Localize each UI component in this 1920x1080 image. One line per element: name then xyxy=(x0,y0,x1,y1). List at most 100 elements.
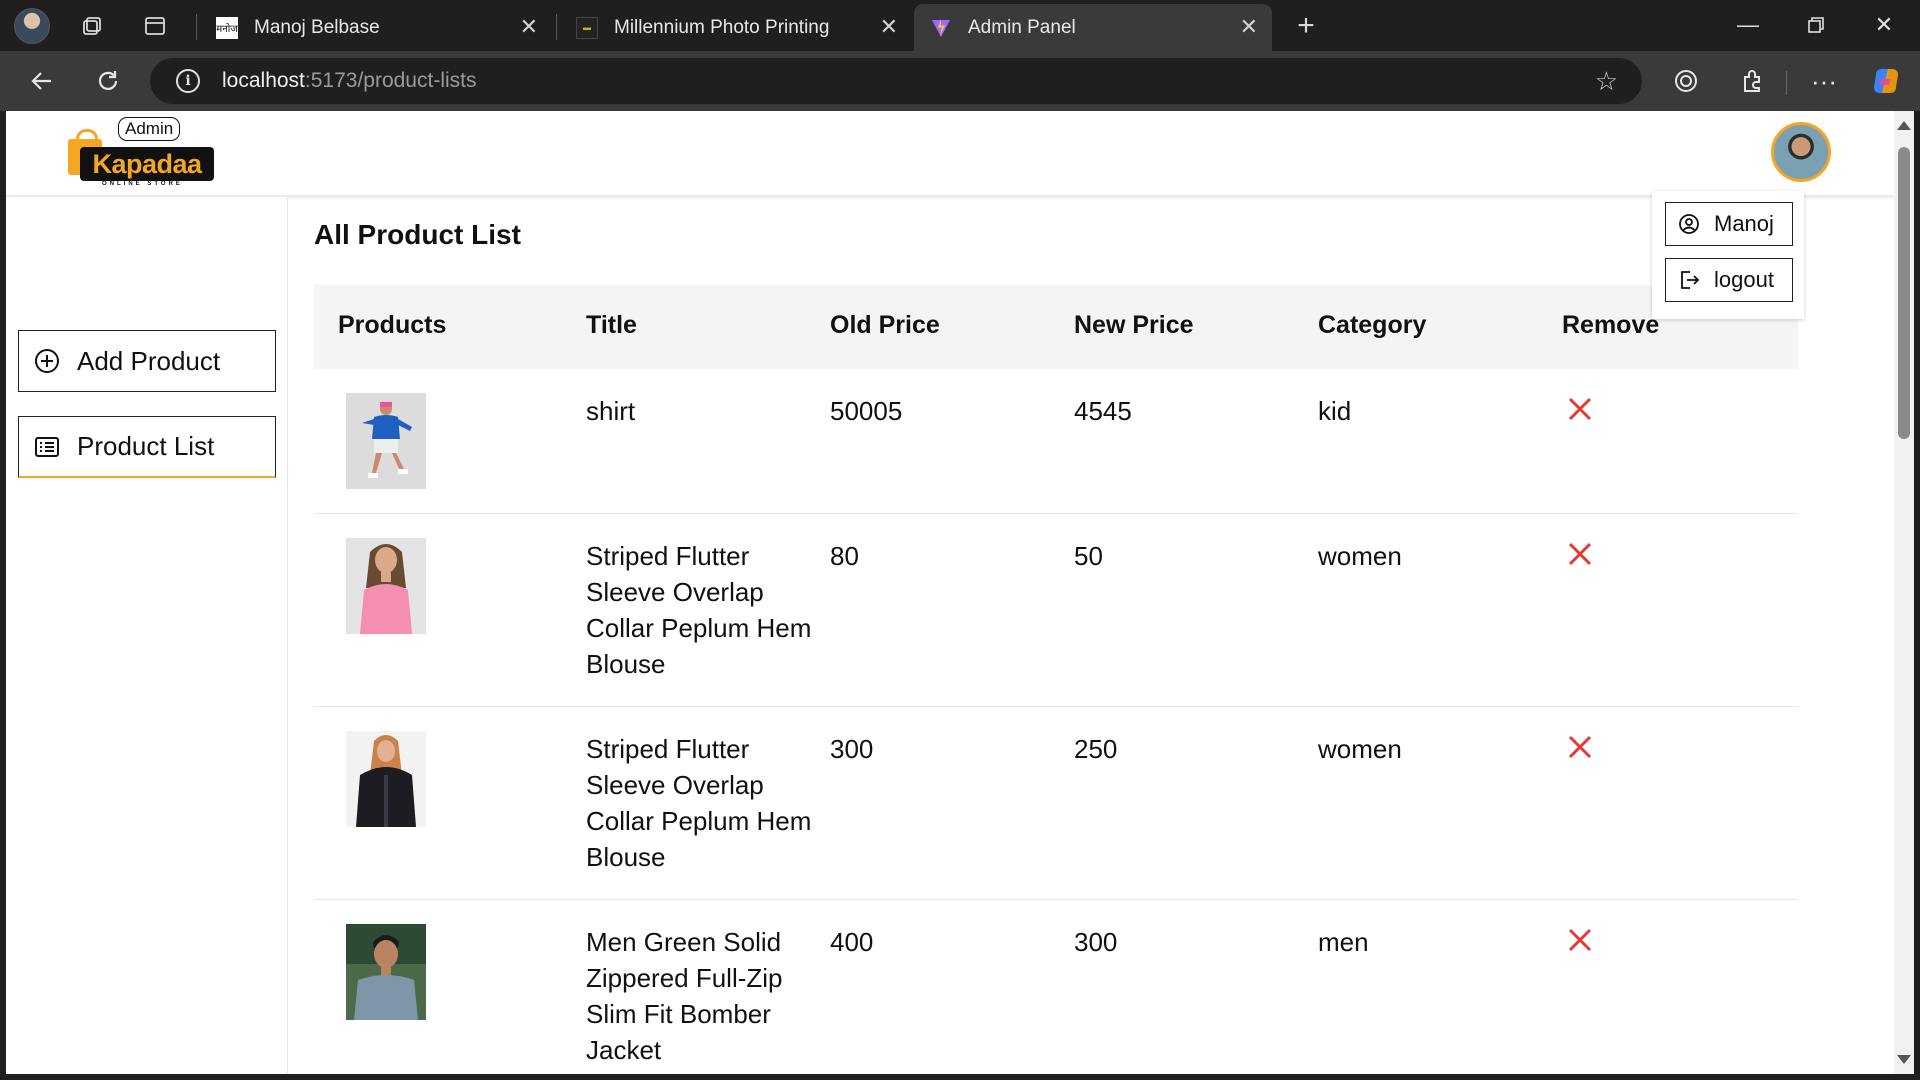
toolbar-separator xyxy=(1786,71,1787,95)
tracking-prevention-icon[interactable] xyxy=(1668,63,1704,99)
column-header: New Price xyxy=(1074,311,1194,339)
category: kid xyxy=(1318,396,1352,426)
product-title: Striped Flutter Sleeve Overlap Collar Pe… xyxy=(586,734,812,872)
sidebar-item-add-product[interactable]: Add Product xyxy=(18,330,276,392)
scroll-down-arrow-icon[interactable] xyxy=(1897,1055,1911,1064)
product-table: Products Title Old Price New Price Categ… xyxy=(314,285,1798,1074)
table-row: Striped Flutter Sleeve Overlap Collar Pe… xyxy=(314,707,1798,900)
product-title: shirt xyxy=(586,396,636,426)
browser-profile-avatar[interactable] xyxy=(14,8,50,44)
scroll-up-arrow-icon[interactable] xyxy=(1897,121,1911,130)
table-row: Striped Flutter Sleeve Overlap Collar Pe… xyxy=(314,514,1798,707)
old-price: 50005 xyxy=(830,396,903,426)
logout-button[interactable]: logout xyxy=(1665,258,1793,302)
user-circle-icon xyxy=(1678,213,1700,235)
new-price: 300 xyxy=(1074,927,1118,957)
new-price: 250 xyxy=(1074,734,1118,764)
sidebar-item-label: Add Product xyxy=(77,345,221,376)
page-viewport: Kapadaa Admin ONLINE STORE Add Product P… xyxy=(6,111,1894,1074)
logout-icon xyxy=(1678,269,1700,291)
list-icon xyxy=(33,433,61,461)
table-header: Products Title Old Price New Price Categ… xyxy=(314,285,1798,369)
user-avatar[interactable] xyxy=(1771,122,1831,182)
category: women xyxy=(1318,734,1402,764)
site-info-icon[interactable]: i xyxy=(176,69,200,93)
table-row: Men Green Solid Zippered Full-Zip Slim F… xyxy=(314,900,1798,1074)
product-image xyxy=(346,393,426,489)
new-price: 4545 xyxy=(1074,396,1132,426)
tab-admin-panel[interactable]: Admin Panel ✕ xyxy=(914,4,1272,51)
table-row: shirt 50005 4545 kid xyxy=(314,369,1798,514)
column-header: Title xyxy=(586,311,637,339)
profile-button-label: Manoj xyxy=(1714,211,1774,236)
tab-millennium-photo-printing[interactable]: ▬ Millennium Photo Printing ✕ xyxy=(560,4,912,51)
address-bar[interactable]: i localhost:5173/product-lists ☆ xyxy=(150,58,1642,104)
close-icon[interactable]: ✕ xyxy=(880,16,898,38)
new-tab-icon[interactable]: + xyxy=(1290,9,1322,42)
vite-icon xyxy=(930,17,952,39)
browser-tab-bar: मनोज Manoj Belbase ✕ ▬ Millennium Photo … xyxy=(0,0,1920,51)
page-title: All Product List xyxy=(314,219,521,250)
tab-separator xyxy=(196,14,197,40)
extensions-icon[interactable] xyxy=(1734,63,1770,99)
tab-title: Manoj Belbase xyxy=(254,16,380,38)
new-price: 50 xyxy=(1074,541,1103,571)
logo-tagline: ONLINE STORE xyxy=(102,181,183,187)
close-icon[interactable]: ✕ xyxy=(520,16,538,38)
page-scrollbar[interactable] xyxy=(1894,111,1914,1074)
scrollbar-thumb[interactable] xyxy=(1898,147,1910,439)
more-menu-icon[interactable]: ··· xyxy=(1806,63,1842,99)
url-host: localhost xyxy=(222,69,305,92)
minimize-icon[interactable]: — xyxy=(1728,8,1768,42)
tab-title: Millennium Photo Printing xyxy=(614,16,830,38)
tab-favicon-text: मनोज xyxy=(216,23,238,35)
old-price: 80 xyxy=(830,541,859,571)
category: men xyxy=(1318,927,1369,957)
admin-badge: Admin xyxy=(118,117,181,141)
window-close-icon[interactable]: ✕ xyxy=(1864,8,1904,42)
product-image xyxy=(346,924,426,1020)
tab-title: Admin Panel xyxy=(968,16,1076,38)
tab-actions-icon[interactable] xyxy=(139,10,171,42)
close-icon[interactable]: ✕ xyxy=(1240,16,1258,38)
remove-icon[interactable] xyxy=(1564,538,1596,570)
product-title: Men Green Solid Zippered Full-Zip Slim F… xyxy=(586,927,783,1065)
tab-separator xyxy=(556,14,557,40)
old-price: 300 xyxy=(830,734,874,764)
category: women xyxy=(1318,541,1402,571)
url-path: :5173/product-lists xyxy=(304,69,477,92)
user-dropdown: Manoj logout xyxy=(1652,191,1804,319)
remove-icon[interactable] xyxy=(1564,393,1596,425)
kapadaa-logo[interactable]: Kapadaa Admin ONLINE STORE xyxy=(66,117,216,197)
remove-icon[interactable] xyxy=(1564,924,1596,956)
url-text[interactable]: localhost:5173/product-lists xyxy=(222,69,476,93)
old-price: 400 xyxy=(830,927,874,957)
remove-icon[interactable] xyxy=(1564,731,1596,763)
profile-button[interactable]: Manoj xyxy=(1665,202,1793,246)
plus-circle-icon xyxy=(33,347,61,375)
tab-favicon: मनोज xyxy=(216,16,238,39)
sidebar-item-label: Product List xyxy=(77,431,215,461)
product-image xyxy=(346,731,426,827)
back-icon[interactable] xyxy=(24,63,60,99)
logout-button-label: logout xyxy=(1714,267,1774,292)
logo-wordmark: Kapadaa xyxy=(80,147,214,181)
restore-icon[interactable] xyxy=(1796,8,1836,42)
product-image xyxy=(346,538,426,634)
tab-favicon: ▬ xyxy=(576,16,598,39)
logo-wordmark-text: Kapadaa xyxy=(92,148,202,179)
column-header: Old Price xyxy=(830,311,940,339)
sidebar-item-product-list[interactable]: Product List xyxy=(18,416,276,478)
column-header: Category xyxy=(1318,311,1427,339)
copilot-icon[interactable] xyxy=(1868,63,1904,99)
workspaces-icon[interactable] xyxy=(76,10,108,42)
product-title: Striped Flutter Sleeve Overlap Collar Pe… xyxy=(586,541,812,679)
reload-icon[interactable] xyxy=(90,63,126,99)
sidebar: Add Product Product List xyxy=(6,197,288,1074)
column-header: Remove xyxy=(1562,311,1660,339)
favorite-star-icon[interactable]: ☆ xyxy=(1595,66,1618,97)
column-header: Products xyxy=(338,311,447,339)
browser-toolbar: i localhost:5173/product-lists ☆ ··· xyxy=(0,51,1920,111)
tab-manoj-belbase[interactable]: मनोज Manoj Belbase ✕ xyxy=(200,4,552,51)
app-header: Kapadaa Admin ONLINE STORE xyxy=(6,111,1894,195)
